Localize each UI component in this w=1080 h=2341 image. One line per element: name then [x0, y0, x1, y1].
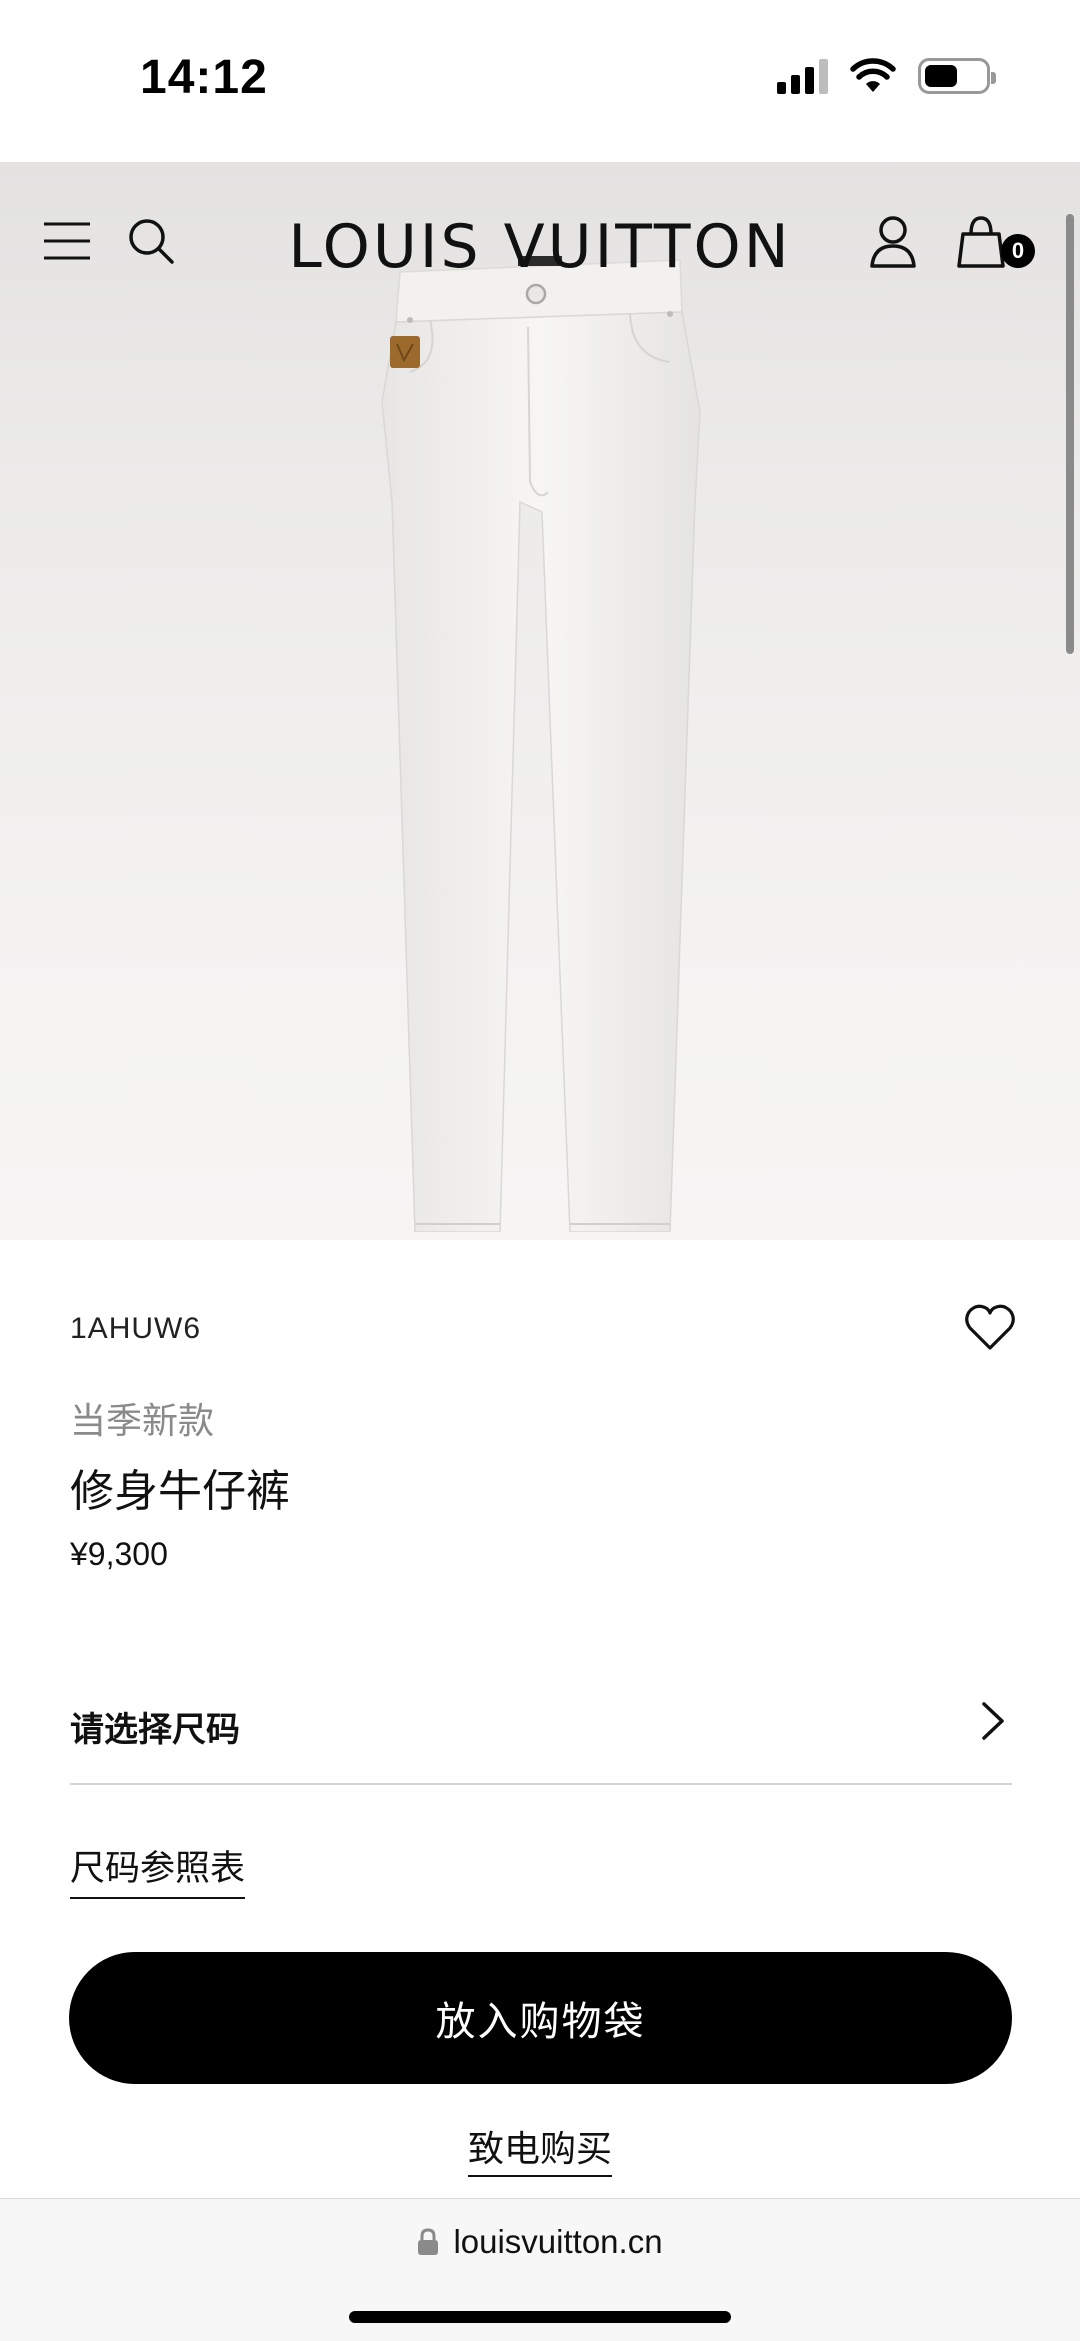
product-hero: LOUIS VUITTON 0 — [0, 162, 1080, 1240]
shopping-bag-icon — [957, 216, 1005, 268]
status-bar: 14:12 — [0, 0, 1080, 162]
add-to-bag-button[interactable]: 放入购物袋 — [69, 1952, 1012, 2084]
account-button[interactable] — [862, 210, 924, 272]
user-icon — [870, 216, 916, 268]
site-header: LOUIS VUITTON 0 — [0, 202, 1080, 292]
cart-count-badge: 0 — [1001, 234, 1035, 268]
battery-icon — [918, 58, 996, 94]
season-tag: 当季新款 — [70, 1400, 215, 1441]
lock-icon — [418, 2228, 439, 2255]
heart-icon — [965, 1304, 1015, 1350]
wishlist-button[interactable] — [962, 1300, 1018, 1356]
battery-level — [925, 65, 957, 87]
wifi-icon — [850, 58, 896, 92]
home-indicator[interactable] — [349, 2311, 731, 2323]
cellular-signal-icon — [777, 58, 828, 94]
product-price: ¥9,300 — [70, 1536, 168, 1572]
product-name: 修身牛仔裤 — [70, 1467, 290, 1516]
chevron-right-icon — [982, 1702, 1004, 1740]
status-time: 14:12 — [140, 51, 268, 104]
url-text: louisvuitton.cn — [453, 2223, 663, 2260]
product-sku: 1AHUW6 — [70, 1312, 202, 1345]
status-icons — [777, 58, 996, 94]
size-selector-label: 请选择尺码 — [70, 1711, 240, 1749]
product-image[interactable] — [370, 252, 710, 1232]
url-display[interactable]: louisvuitton.cn — [0, 2223, 1080, 2261]
browser-address-bar[interactable]: louisvuitton.cn — [0, 2198, 1080, 2341]
size-guide-link[interactable]: 尺码参照表 — [70, 1840, 246, 1899]
phone-order-link[interactable]: 致电购买 — [467, 2128, 612, 2177]
phone-order-wrapper: 致电购买 — [0, 2120, 1080, 2177]
size-selector[interactable]: 请选择尺码 — [70, 1680, 1012, 1785]
